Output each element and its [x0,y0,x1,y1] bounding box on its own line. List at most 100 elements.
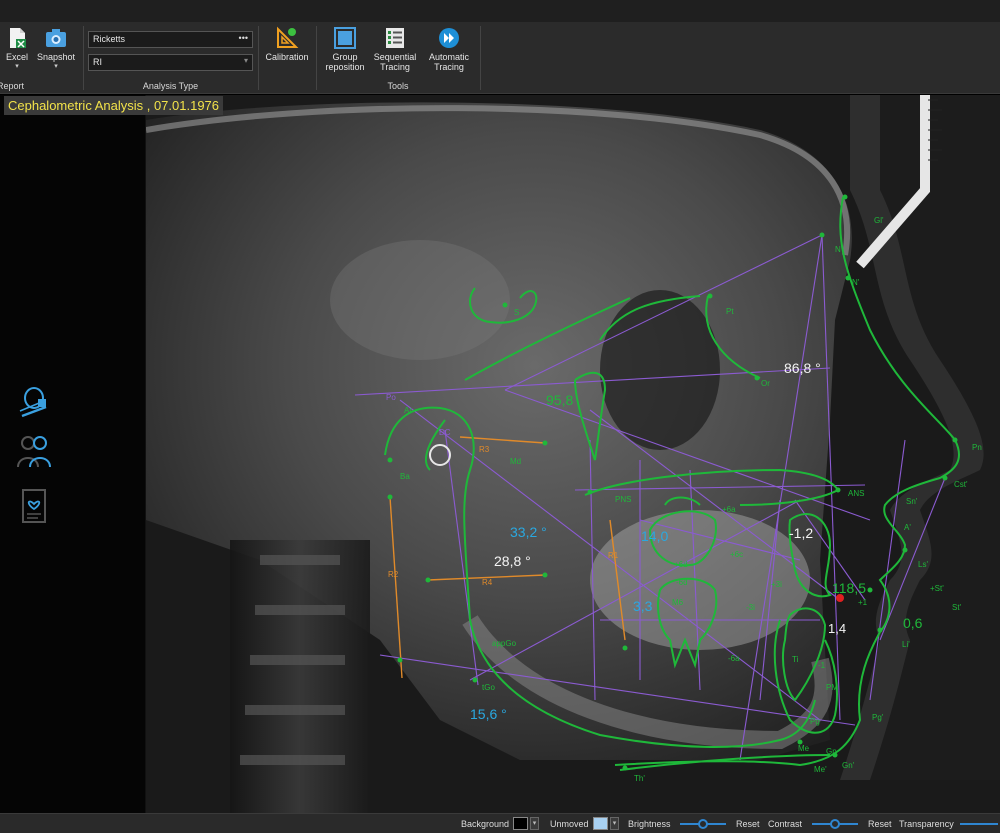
landmark-label: Or [761,379,770,388]
patients-icon[interactable] [14,433,52,469]
calibration-label: Calibration [265,52,309,62]
landmark-label: +St' [930,584,944,593]
landmark-label: Gn [826,747,837,756]
landmark-label: Li' [902,640,910,649]
unmoved-label: Unmoved [550,819,589,829]
calibration-button[interactable]: Calibration [262,26,312,62]
background-label: Background [461,819,510,829]
ribbon-toolbar: Excel ▾ Snapshot ▾ Report Ricketts ••• R… [0,22,1000,94]
landmark-label: Pt [726,307,734,316]
transparency-slider[interactable] [960,823,998,825]
landmark-label: R2 [388,570,399,579]
landmark-label: tGo [482,683,495,692]
landmark-label: M6 [672,598,684,607]
landmark-label: St' [952,603,962,612]
landmark-label: +6c [730,550,744,559]
automatic-tracing-button[interactable]: Automatic Tracing [424,26,474,72]
landmark-label: +6a [722,505,736,514]
measurement-value: 1,4 [828,621,847,636]
group-separator [480,26,481,90]
cephalometric-view-icon[interactable] [14,385,52,421]
status-bar: Background ▾ Unmoved ▾ Brightness Reset … [0,813,1000,833]
brightness-label: Brightness [628,819,671,829]
landmark-label: Ba [400,472,410,481]
study-title: Cephalometric Analysis , 07.01.1976 [4,96,224,115]
tools-group-label: Tools [387,81,409,91]
contrast-slider-handle[interactable] [830,819,840,829]
sequential-tracing-label: Sequential Tracing [373,52,417,72]
brightness-reset-button[interactable]: Reset [736,819,760,829]
contrast-label: Contrast [768,819,803,829]
report-document-icon[interactable] [14,488,52,524]
landmark-label: N' [852,278,860,287]
left-panel [0,95,146,813]
analysis-subtype-value: RI [93,57,102,67]
landmark-label: -3i [746,603,755,612]
landmark-label: Md [510,457,522,466]
landmark-label: Pg [810,717,820,726]
landmark-label: R4 [482,578,493,587]
tools-group: Group reposition Sequential Tracing Auto… [318,22,478,94]
measurement-value: 95,8 [546,392,574,408]
landmark-label: +1 [858,598,868,607]
landmark-label: +6d [674,560,688,569]
measurement-value: 86,8 ° [784,360,821,376]
landmark-label: Gl' [874,216,884,225]
landmark-label: Pg' [872,713,884,722]
landmark-label: Ar [404,406,412,415]
landmark-label: PM [826,683,838,692]
checklist-icon [386,28,404,48]
measurement-value: 118,5 [832,580,866,596]
fast-forward-icon [439,28,459,48]
measurement-value: 3,3 [633,598,653,614]
more-options-icon[interactable]: ••• [239,33,248,43]
window-title-bar [0,0,1000,22]
group-reposition-button[interactable]: Group reposition [322,26,368,72]
group-separator [258,26,259,90]
group-reposition-icon [334,27,356,49]
chevron-down-icon[interactable]: ▾ [530,817,539,830]
measurement-value: 0,6 [903,615,923,631]
landmark-label: R1 [608,551,619,560]
landmark-label: Ls' [918,560,928,569]
chevron-down-icon[interactable]: ▾ [610,817,619,830]
chevron-down-icon[interactable]: ▾ [244,56,248,65]
measurement-value: -1,2 [789,525,814,541]
xray-canvas[interactable]: 86,8 ° 95,8 33,2 ° 28,8 ° 14,0 -1,2 3,3 … [146,95,1000,813]
unmoved-color-swatch[interactable] [593,817,608,830]
landmark-label: N [835,245,841,254]
landmark-label: PNS [615,495,632,504]
transparency-label: Transparency [899,819,954,829]
landmark-label: DC [439,428,451,437]
measurement-value: 28,8 ° [494,553,531,569]
landmark-label: Cst' [954,480,968,489]
analysis-subtype-combo[interactable]: RI ▾ [88,54,253,71]
landmark-label: -6d [676,578,688,587]
analysis-type-group: Ricketts ••• RI ▾ Analysis Type [0,22,258,94]
landmark-label: -6a [728,654,740,663]
landmark-label: Po [386,393,396,402]
brightness-slider-handle[interactable] [698,819,708,829]
landmark-label: Ti [792,655,799,664]
measurement-value: 14,0 [641,528,669,544]
cephalogram-svg [146,95,1000,813]
background-color-swatch[interactable] [513,817,528,830]
landmark-label: Gn' [842,761,855,770]
automatic-tracing-label: Automatic Tracing [428,52,470,72]
set-square-icon [277,26,299,48]
analysis-type-group-label: Analysis Type [142,81,199,91]
workspace: 86,8 ° 95,8 33,2 ° 28,8 ° 14,0 -1,2 3,3 … [0,95,1000,813]
landmark-label: S [514,308,520,317]
landmark-label: +3i [771,580,782,589]
group-separator [316,26,317,90]
landmark-label: R3 [479,445,490,454]
analysis-type-combo[interactable]: Ricketts ••• [88,31,253,48]
contrast-reset-button[interactable]: Reset [868,819,892,829]
landmark-label: Pn [972,443,982,452]
landmark-label: Sn' [906,497,918,506]
landmark-label: Th' [634,774,645,783]
landmark-label: Me [798,744,810,753]
landmark-label: appGo [492,639,517,648]
sequential-tracing-button[interactable]: Sequential Tracing [370,26,420,72]
landmark-label: -1 [818,661,826,670]
